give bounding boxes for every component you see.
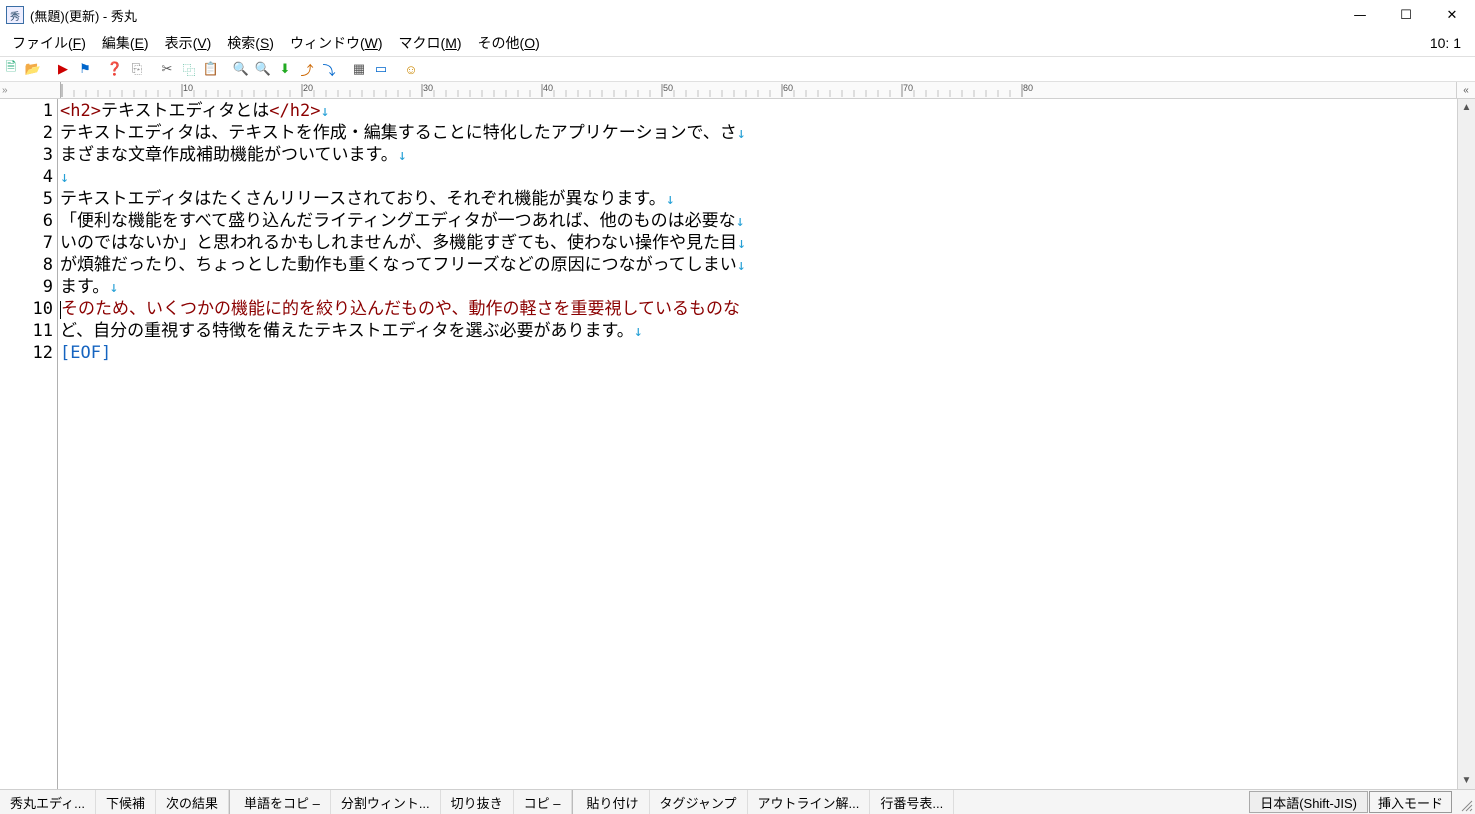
new-file-icon[interactable]: 🗎 [2,60,20,78]
jump-icon[interactable]: ⤴ [298,60,316,78]
statusbar-item[interactable]: 下候補 [96,790,156,814]
editor-area: 123456789101112 <h2>テキストエディタとは</h2>↓テキスト… [0,99,1475,789]
scroll-up-icon[interactable]: ▲ [1458,99,1475,116]
cursor-position-indicator: 10: 1 [1430,35,1471,51]
text-line[interactable]: <h2>テキストエディタとは</h2>↓ [60,100,1455,122]
paste-icon[interactable]: 📋 [202,60,220,78]
line-number: 9 [0,276,53,298]
maximize-button[interactable]: ☐ [1383,0,1429,30]
statusbar-item[interactable]: コピ – [514,790,572,814]
text-line[interactable]: そのため、いくつかの機能に的を絞り込んだものや、動作の軽さを重要視しているものな [60,298,1455,320]
menu-o[interactable]: その他(O) [470,31,548,55]
clip-icon[interactable]: ⎘ [128,60,146,78]
line-number: 11 [0,320,53,342]
scroll-track[interactable] [1458,116,1475,772]
maximize-icon: ☐ [1400,8,1412,23]
line-number: 7 [0,232,53,254]
menu-e[interactable]: 編集(E) [94,31,157,55]
statusbar-item[interactable]: タグジャンプ [650,790,748,814]
line-number-gutter[interactable]: 123456789101112 [0,99,58,789]
app-window: 秀 (無題)(更新) - 秀丸 — ☐ ✕ ファイル(F)編集(E)表示(V)検… [0,0,1475,814]
text-line[interactable]: まざまな文章作成補助機能がついています。↓ [60,144,1455,166]
statusbar-item[interactable]: アウトライン解... [748,790,871,814]
line-number: 8 [0,254,53,276]
record-icon[interactable]: ▶ [54,60,72,78]
menu-v[interactable]: 表示(V) [157,31,220,55]
ruler-gutter: » [0,82,61,98]
text-line[interactable]: いのではないか」と思われるかもしれませんが、多機能すぎても、使わない操作や見た目… [60,232,1455,254]
statusbar-item[interactable]: 貼り付け [577,790,650,814]
statusbar-item[interactable]: 秀丸エディ... [0,790,96,814]
split-icon[interactable]: ▭ [372,60,390,78]
svg-text:70: 70 [903,83,913,93]
statusbar-item[interactable]: 行番号表... [870,790,954,814]
ruler[interactable]: 10 20 30 40 50 60 70 80 [61,82,1456,98]
ruler-collapse-icon[interactable]: « [1456,82,1475,98]
text-line[interactable]: テキストエディタはたくさんリリースされており、それぞれ機能が異なります。↓ [60,188,1455,210]
svg-text:10: 10 [183,83,193,93]
statusbar-item[interactable]: 分割ウィント... [331,790,441,814]
text-line[interactable]: が煩雑だったり、ちょっとした動作も重くなってフリーズなどの原因につながってしまい… [60,254,1455,276]
line-number: 1 [0,100,53,122]
statusbar-item[interactable]: 切り抜き [441,790,514,814]
svg-text:80: 80 [1023,83,1033,93]
line-number: 6 [0,210,53,232]
svg-text:20: 20 [303,83,313,93]
menu-s[interactable]: 検索(S) [219,31,282,55]
insert-mode-indicator[interactable]: 挿入モード [1369,791,1452,813]
close-button[interactable]: ✕ [1429,0,1475,30]
menu-w[interactable]: ウィンドウ(W) [282,31,391,55]
toolbar: 🗎 📂 ▶ ⚑ ❓ ⎘ ✂ ⿻ 📋 🔍 🔍 ⬇ ⤴ ⤵ ▦ ▭ ☺ [0,57,1475,82]
cut-icon[interactable]: ✂ [158,60,176,78]
text-line[interactable]: 「便利な機能をすべて盛り込んだライティングエディタが一つあれば、他のものは必要な… [60,210,1455,232]
app-icon: 秀 [6,6,24,24]
help-icon[interactable]: ☺ [402,60,420,78]
bookmark-icon[interactable]: ⚑ [76,60,94,78]
text-line[interactable]: ど、自分の重視する特徴を備えたテキストエディタを選ぶ必要があります。↓ [60,320,1455,342]
minimize-icon: — [1354,8,1367,23]
search-icon[interactable]: 🔍 [232,60,250,78]
open-file-icon[interactable]: 📂 [24,60,42,78]
statusbar: 秀丸エディ...下候補次の結果単語をコピ –分割ウィント...切り抜きコピ –貼… [0,789,1475,814]
text-line[interactable]: ↓ [60,166,1455,188]
statusbar-item[interactable]: 単語をコピ – [234,790,331,814]
find-prev-icon[interactable]: 🔍 [254,60,272,78]
text-line[interactable]: テキストエディタは、テキストを作成・編集することに特化したアプリケーションで、さ… [60,122,1455,144]
statusbar-item[interactable]: 次の結果 [156,790,229,814]
menu-m[interactable]: マクロ(M) [391,31,470,55]
menubar: ファイル(F)編集(E)表示(V)検索(S)ウィンドウ(W)マクロ(M)その他(… [0,30,1475,57]
view-mode-icon[interactable]: ▦ [350,60,368,78]
line-number: 4 [0,166,53,188]
text-line[interactable]: ます。↓ [60,276,1455,298]
jump2-icon[interactable]: ⤵ [320,60,338,78]
mark-icon[interactable]: ❓ [106,60,124,78]
svg-text:40: 40 [543,83,553,93]
text-line[interactable]: [EOF] [60,342,1455,364]
encoding-indicator[interactable]: 日本語(Shift-JIS) [1249,791,1368,813]
menu-f[interactable]: ファイル(F) [4,31,94,55]
line-number: 5 [0,188,53,210]
line-number: 3 [0,144,53,166]
text-editor[interactable]: <h2>テキストエディタとは</h2>↓テキストエディタは、テキストを作成・編集… [58,99,1457,789]
copy-icon[interactable]: ⿻ [180,60,198,78]
resize-grip-icon[interactable] [1453,790,1475,814]
line-number: 12 [0,342,53,364]
svg-text:50: 50 [663,83,673,93]
line-number: 10 [0,298,53,320]
svg-text:60: 60 [783,83,793,93]
titlebar: 秀 (無題)(更新) - 秀丸 — ☐ ✕ [0,0,1475,30]
minimize-button[interactable]: — [1337,0,1383,30]
vertical-scrollbar[interactable]: ▲ ▼ [1457,99,1475,789]
scroll-down-icon[interactable]: ▼ [1458,772,1475,789]
svg-text:30: 30 [423,83,433,93]
line-number: 2 [0,122,53,144]
ruler-row: » 10 20 30 40 50 60 70 80 « [0,82,1475,99]
find-next-icon[interactable]: ⬇ [276,60,294,78]
close-icon: ✕ [1447,8,1458,23]
window-title: (無題)(更新) - 秀丸 [30,6,137,25]
